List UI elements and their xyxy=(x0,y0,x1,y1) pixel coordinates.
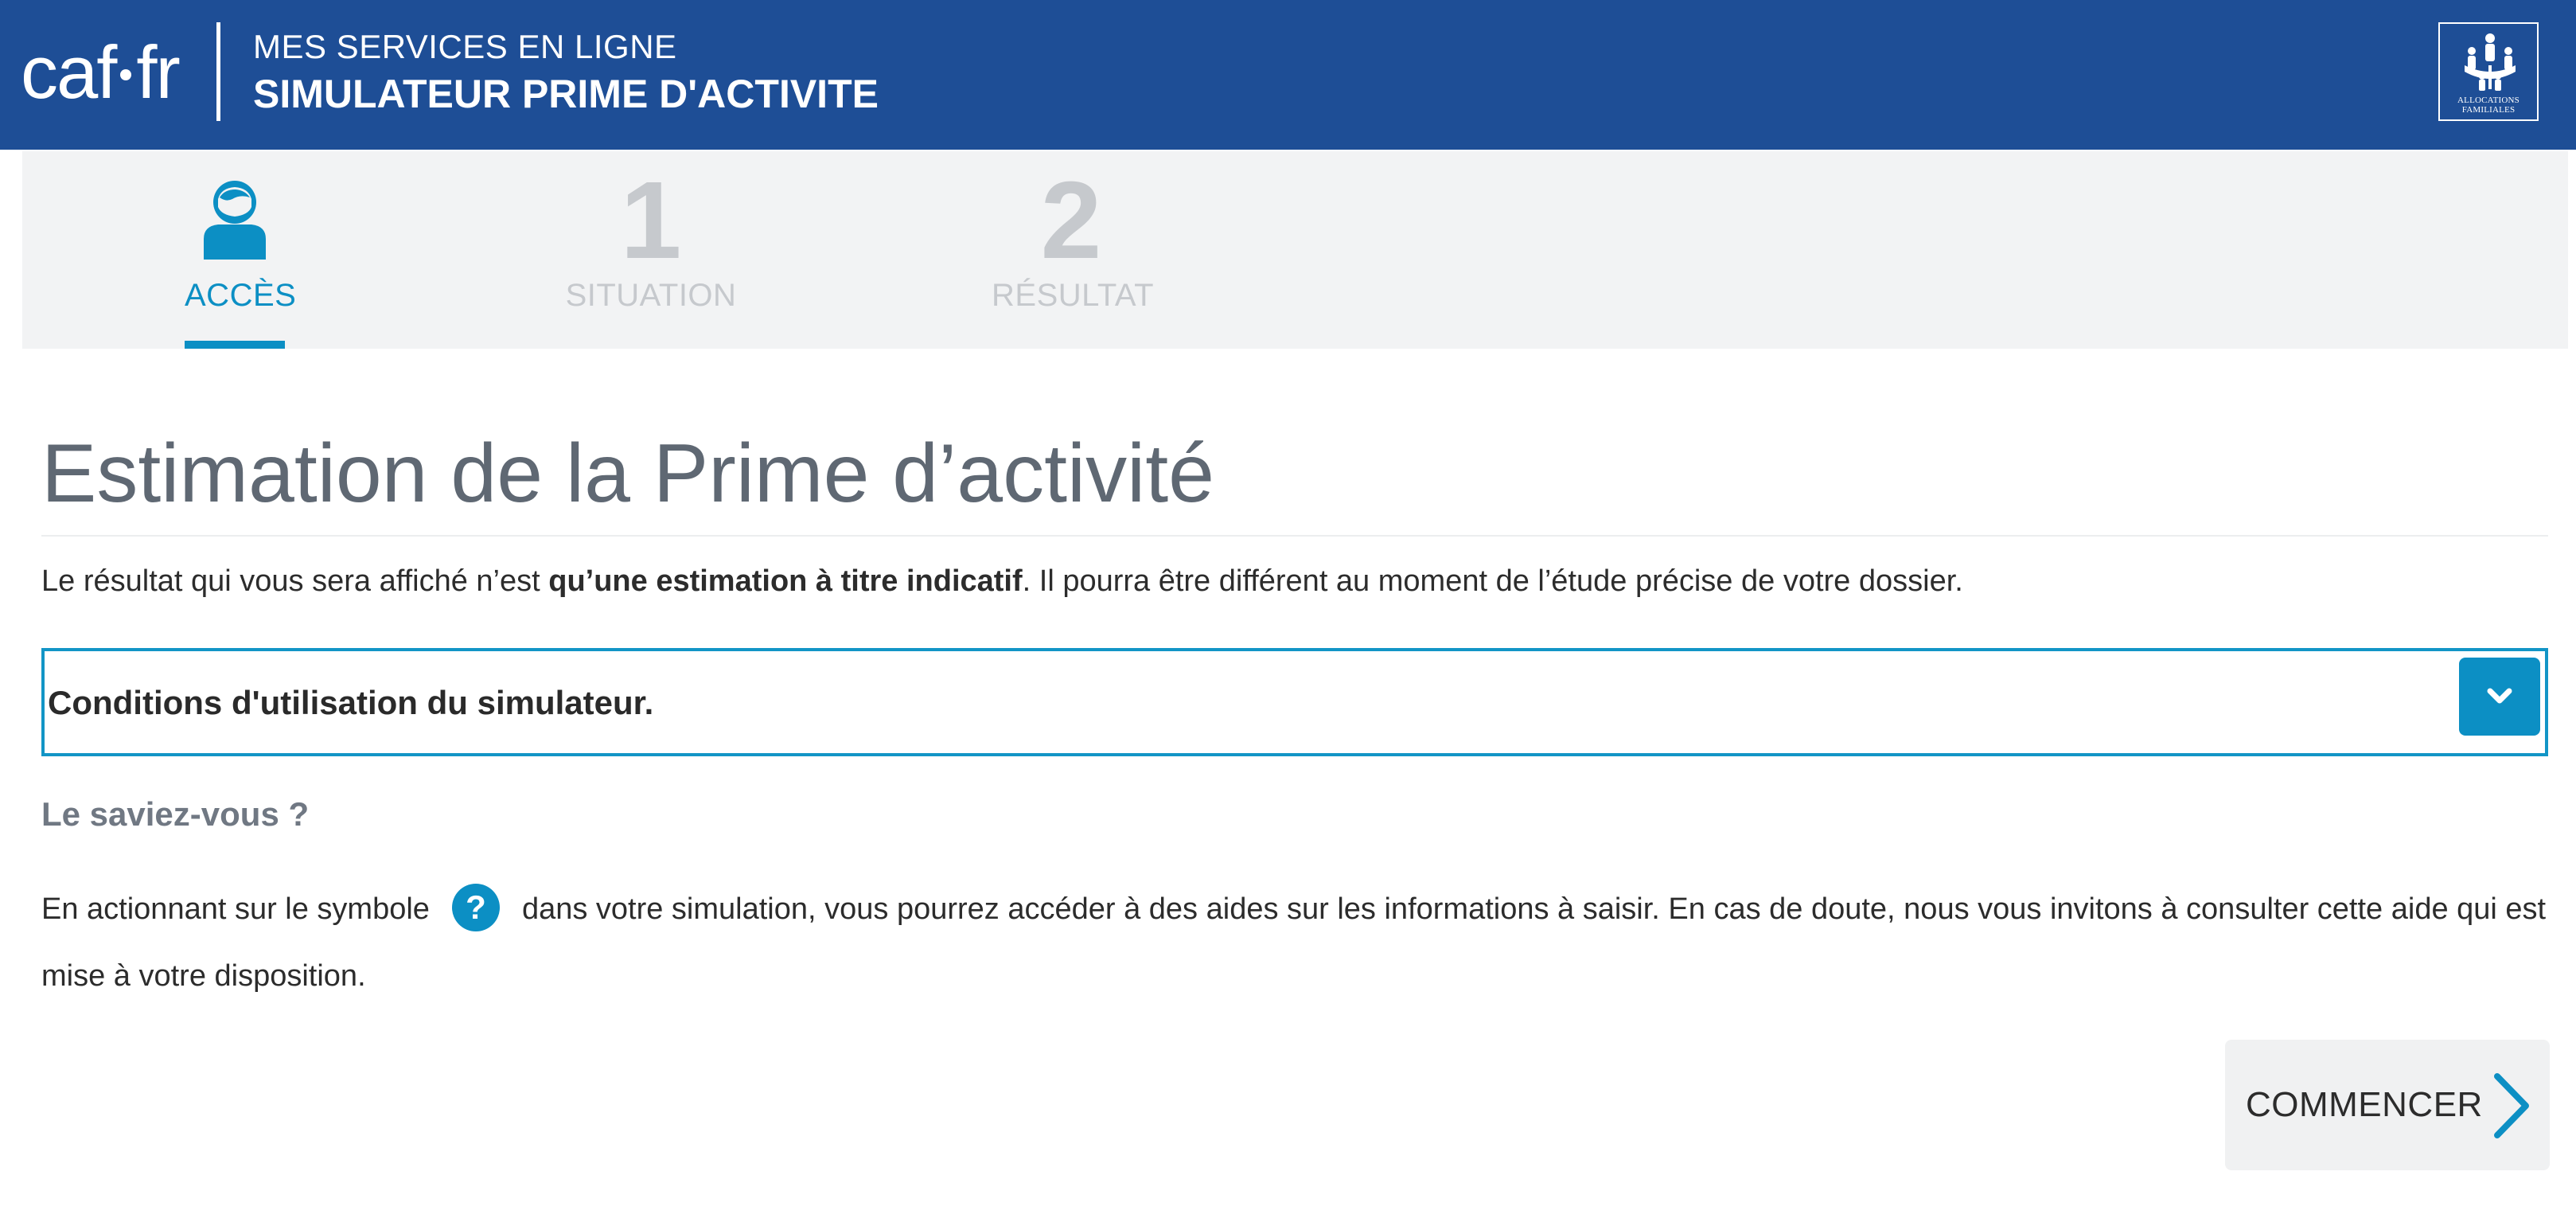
logo-text-left: caf xyxy=(21,30,117,114)
conditions-accordion[interactable]: Conditions d'utilisation du simulateur. xyxy=(41,648,2548,756)
intro-text-bold: qu’une estimation à titre indicatif xyxy=(548,564,1023,598)
accordion-toggle-button[interactable] xyxy=(2459,658,2540,736)
step-number: 1 xyxy=(620,159,682,282)
step-label: SITUATION xyxy=(565,278,737,313)
step-acces[interactable]: ACCÈS xyxy=(185,151,297,349)
step-label: ACCÈS xyxy=(185,278,297,313)
intro-text-end: . Il pourra être différent au moment de … xyxy=(1022,564,1963,598)
header-divider xyxy=(216,22,220,121)
accordion-title[interactable]: Conditions d'utilisation du simulateur. xyxy=(48,681,653,724)
active-step-indicator xyxy=(185,341,285,349)
app-header: caf fr MES SERVICES EN LIGNE SIMULATEUR P… xyxy=(0,0,2576,150)
progress-steps: ACCÈS 1 SITUATION 2 RÉSULTAT xyxy=(22,151,2568,349)
logo-dot xyxy=(120,69,132,81)
start-button[interactable]: COMMENCER xyxy=(2225,1040,2550,1170)
step-resultat[interactable]: 2 RÉSULTAT xyxy=(992,151,1155,349)
step-label: RÉSULTAT xyxy=(992,278,1155,313)
chevron-right-icon xyxy=(2494,1073,2529,1138)
user-icon xyxy=(204,181,266,260)
logo-text-right: fr xyxy=(136,30,180,114)
family-emblem-icon xyxy=(2465,33,2516,91)
chevron-down-icon xyxy=(2487,688,2512,704)
help-icon: ? xyxy=(451,883,500,931)
badge-text: ALLOCATIONS FAMILIALES xyxy=(2457,96,2519,115)
tip-heading: Le saviez-vous ? xyxy=(41,795,310,833)
caf-logo[interactable]: caf fr xyxy=(21,29,181,116)
intro-text: Le résultat qui vous sera affiché n’est … xyxy=(41,560,1963,602)
allocations-familiales-badge: ALLOCATIONS FAMILIALES xyxy=(2438,22,2539,121)
header-title: SIMULATEUR PRIME D'ACTIVITE xyxy=(253,72,879,116)
intro-text-start: Le résultat qui vous sera affiché n’est xyxy=(41,564,549,598)
page-title: Estimation de la Prime d’activité xyxy=(41,428,1214,520)
tip-text-start: En actionnant sur le symbole xyxy=(41,892,430,926)
title-divider xyxy=(41,535,2548,537)
step-situation[interactable]: 1 SITUATION xyxy=(563,151,739,349)
header-subtitle: MES SERVICES EN LIGNE xyxy=(253,28,677,65)
step-number: 2 xyxy=(1040,159,1102,282)
tip-text: En actionnant sur le symbole? dans votre … xyxy=(41,876,2556,1009)
start-button-label: COMMENCER xyxy=(2246,1085,2483,1124)
